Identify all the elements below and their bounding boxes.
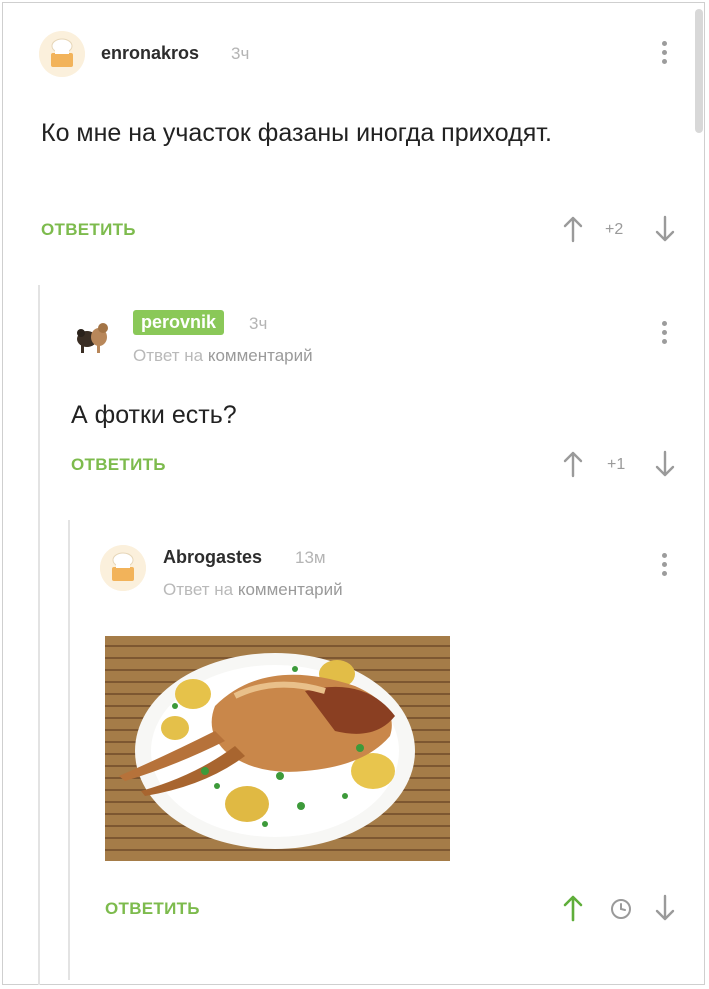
comment-time: 3ч	[231, 44, 250, 63]
comment-photo[interactable]	[105, 636, 450, 861]
animal-avatar-icon	[77, 323, 108, 353]
more-dots-icon[interactable]	[662, 321, 668, 348]
upvote-arrow-icon[interactable]	[563, 894, 583, 922]
comment-text: Ко мне на участок фазаны иногда приходят…	[41, 119, 552, 147]
reply-to-prefix: Ответ на	[133, 346, 204, 365]
comment-text: А фотки есть?	[71, 401, 237, 429]
reply-button[interactable]: ОТВЕТИТЬ	[105, 899, 200, 919]
more-dots-icon[interactable]	[662, 553, 668, 580]
avatar[interactable]	[100, 545, 146, 591]
avatar[interactable]	[69, 313, 115, 359]
downvote-arrow-icon[interactable]	[655, 450, 675, 478]
chef-avatar-icon	[39, 31, 85, 77]
reply-button[interactable]: ОТВЕТИТЬ	[41, 220, 136, 240]
reply-to-link[interactable]: комментарий	[208, 346, 313, 365]
reply-to-label: Ответ на комментарий	[133, 346, 313, 366]
vote-score: +2	[605, 221, 624, 238]
comments-thread: enronakros 3ч Ко мне на участок фазаны и…	[2, 2, 705, 985]
comment-time: 13м	[295, 548, 326, 567]
upvote-arrow-icon[interactable]	[563, 450, 583, 478]
thread-line-level-2	[68, 520, 70, 980]
scrollbar[interactable]	[695, 9, 703, 133]
author-name[interactable]: enronakros	[101, 43, 199, 64]
clock-icon	[611, 899, 631, 919]
reply-to-prefix: Ответ на	[163, 580, 234, 599]
comment-time: 3ч	[249, 314, 268, 333]
upvote-arrow-icon[interactable]	[563, 215, 583, 243]
reply-button[interactable]: ОТВЕТИТЬ	[71, 455, 166, 475]
author-name-badge[interactable]: perovnik	[133, 310, 225, 335]
vote-score: +1	[607, 456, 626, 473]
thread-line-level-1	[38, 285, 40, 985]
avatar[interactable]	[39, 31, 85, 77]
chef-avatar-icon	[100, 545, 146, 591]
downvote-arrow-icon[interactable]	[655, 894, 675, 922]
downvote-arrow-icon[interactable]	[655, 215, 675, 243]
reply-to-label: Ответ на комментарий	[163, 580, 343, 600]
author-name[interactable]: Abrogastes	[163, 547, 262, 568]
more-dots-icon[interactable]	[662, 41, 668, 68]
reply-to-link[interactable]: комментарий	[238, 580, 343, 599]
